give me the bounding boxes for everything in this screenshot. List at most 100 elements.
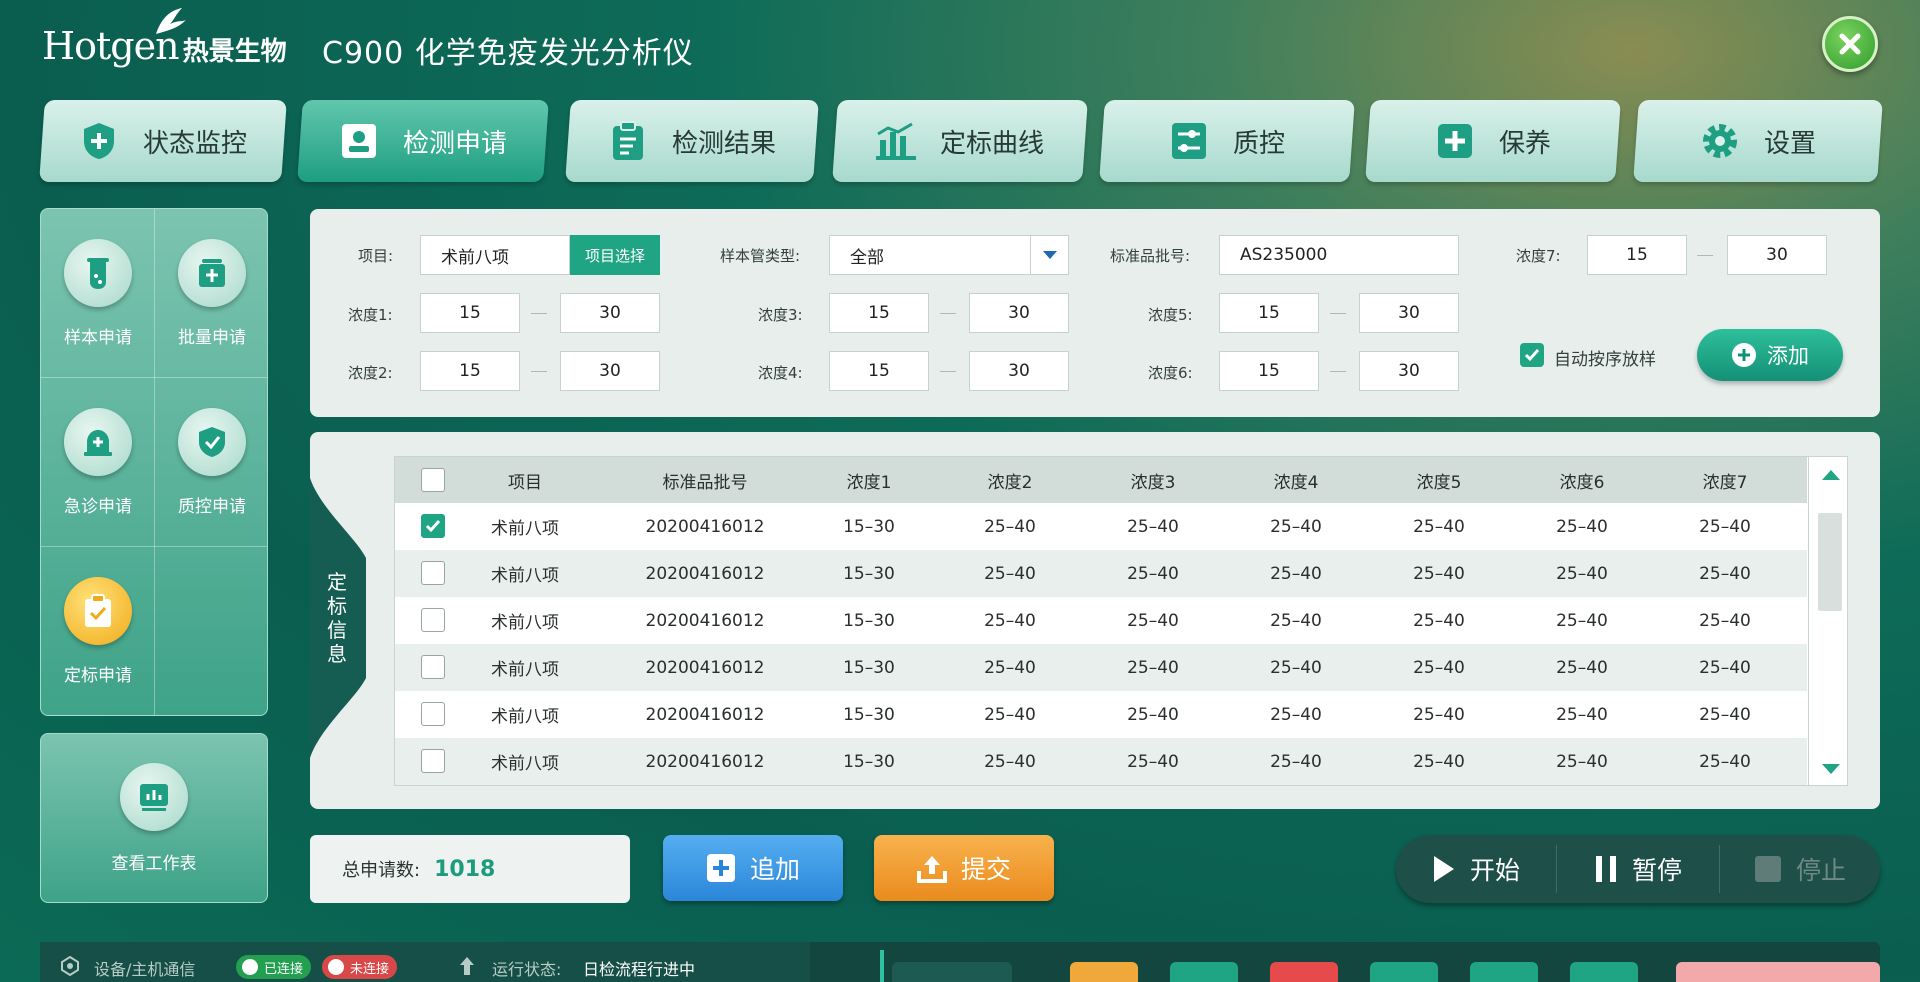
conc4-max-input[interactable]: 30 [969,351,1069,391]
row-checkbox[interactable] [421,561,445,585]
append-button[interactable]: 追加 [663,835,843,901]
row-checkbox[interactable] [421,749,445,773]
sidebar-item-calibration-request[interactable]: 定标申请 [41,547,155,716]
table-row[interactable]: 术前八项 20200416012 15–30 25–40 25–40 25–40 25–40… [395,644,1807,691]
main-tabs: 状态监控 检测申请 检测结果 定标曲线 质控 保养 设置 [39,100,1883,184]
tube-type-label: 样本管类型: [720,247,801,265]
table-cell: 15–30 [843,610,895,631]
stop-button[interactable]: 停止 [1720,835,1880,903]
tab-status-monitor[interactable]: 状态监控 [39,100,287,182]
sliders-icon [1169,121,1209,161]
temperature-icon[interactable] [1570,962,1638,982]
table-row[interactable]: 术前八项 20200416012 15–30 25–40 25–40 25–40 25–40… [395,503,1807,550]
table-row[interactable]: 术前八项 20200416012 15–30 25–40 25–40 25–40 25–40… [395,691,1807,738]
close-button[interactable] [1822,16,1878,72]
select-all-checkbox[interactable] [421,468,445,492]
pause-button[interactable]: 暂停 [1557,835,1719,903]
view-worksheet-button[interactable]: 查看工作表 [40,733,268,903]
conc4-min-input[interactable]: 15 [829,351,929,391]
sidebar-item-label: 定标申请 [64,666,132,686]
pause-label: 暂停 [1631,856,1682,885]
logo-cn: 热景生物 [182,36,287,67]
lot-input[interactable]: AS235000 [1219,235,1459,275]
close-icon [1839,33,1861,55]
row-checkbox[interactable] [421,702,445,726]
col-header: 浓度1 [846,472,892,493]
check-icon [242,959,258,975]
auto-sort-label: 自动按序放样 [1554,350,1656,370]
conc1-min-input[interactable]: 15 [420,293,520,333]
tube-type-value: 全部 [850,247,884,268]
sidebar-item-label: 批量申请 [178,328,246,348]
run-control-bar: 开始 暂停 停止 [1396,835,1880,903]
tab-quality-control[interactable]: 质控 [1099,100,1355,182]
conc7-min-input[interactable]: 15 [1587,235,1687,275]
conc1-max-input[interactable]: 30 [560,293,660,333]
tab-test-results[interactable]: 检测结果 [565,100,819,182]
conc3-max-input[interactable]: 30 [969,293,1069,333]
substrate-icon[interactable] [1470,962,1538,982]
tab-calibration-curve[interactable]: 定标曲线 [832,100,1088,182]
shield-plus-icon [79,121,119,161]
range-dash [531,371,547,372]
conc2-max-input[interactable]: 30 [560,351,660,391]
scroll-thumb[interactable] [1818,513,1842,611]
tab-settings[interactable]: 设置 [1633,100,1883,182]
sidebar-item-label: 质控申请 [178,497,246,517]
tube-type-dropdown-button[interactable] [1030,236,1068,274]
conc2-min-input[interactable]: 15 [420,351,520,391]
tab-maintenance[interactable]: 保养 [1365,100,1621,182]
sidebar-item-sample-request[interactable]: 样本申请 [41,209,155,378]
sidebar-item-label: 样本申请 [64,328,132,348]
table-row[interactable]: 术前八项 20200416012 15–30 25–40 25–40 25–40 25–40… [395,550,1807,597]
row-checkbox[interactable] [421,608,445,632]
submit-button[interactable]: 提交 [874,835,1054,901]
reagent-icon[interactable] [1070,962,1138,982]
conc3-min-input[interactable]: 15 [829,293,929,333]
check-icon [1524,349,1540,362]
table-cell: 15–30 [843,516,895,537]
table-scrollbar[interactable] [1808,457,1847,785]
tab-test-request[interactable]: 检测申请 [297,100,549,182]
col-header: 浓度3 [1130,472,1176,493]
scroll-down-icon[interactable] [1821,763,1841,775]
table-row[interactable]: 术前八项 20200416012 15–30 25–40 25–40 25–40 25–40… [395,597,1807,644]
row-checkbox[interactable] [421,514,445,538]
add-button[interactable]: 添加 [1697,329,1843,381]
alarm-panel[interactable] [1676,962,1880,982]
table-cell: 25–40 [1413,751,1465,772]
plus-square-icon [706,854,735,882]
cuvette-icon[interactable] [1370,962,1438,982]
conc3-label: 浓度3: [758,306,803,324]
conc5-max-input[interactable]: 30 [1359,293,1459,333]
auto-sort-checkbox[interactable] [1520,343,1544,367]
conc2-label: 浓度2: [348,364,393,382]
conc5-min-input[interactable]: 15 [1219,293,1319,333]
table-cell: 术前八项 [491,519,559,539]
table-cell: 25–40 [1413,563,1465,584]
scroll-up-icon[interactable] [1821,469,1841,481]
medical-plus-icon [1435,121,1475,161]
start-button[interactable]: 开始 [1396,835,1556,903]
project-select-button[interactable]: 项目选择 [570,235,660,275]
row-checkbox[interactable] [421,655,445,679]
sidebar-item-emergency-request[interactable]: 急诊申请 [41,378,155,547]
waste-icon[interactable] [1270,962,1338,982]
table-cell: 25–40 [1270,751,1322,772]
table-row[interactable]: 术前八项 20200416012 15–30 25–40 25–40 25–40 25–40… [395,738,1807,785]
sample-icon[interactable] [1170,962,1238,982]
project-input[interactable]: 术前八项 [420,235,570,275]
conc6-max-input[interactable]: 30 [1359,351,1459,391]
lot-label: 标准品批号: [1110,247,1191,265]
table-cell: 25–40 [1127,751,1179,772]
table-cell: 25–40 [1556,657,1608,678]
device-icon [61,956,79,976]
conc6-min-input[interactable]: 15 [1219,351,1319,391]
sidebar-item-qc-request[interactable]: 质控申请 [155,378,269,547]
submit-label: 提交 [960,855,1011,884]
conc7-max-input[interactable]: 30 [1727,235,1827,275]
sidebar-item-batch-request[interactable]: 批量申请 [155,209,269,378]
table-cell: 25–40 [1127,563,1179,584]
table-cell: 15–30 [843,704,895,725]
flask-icon [64,239,132,307]
